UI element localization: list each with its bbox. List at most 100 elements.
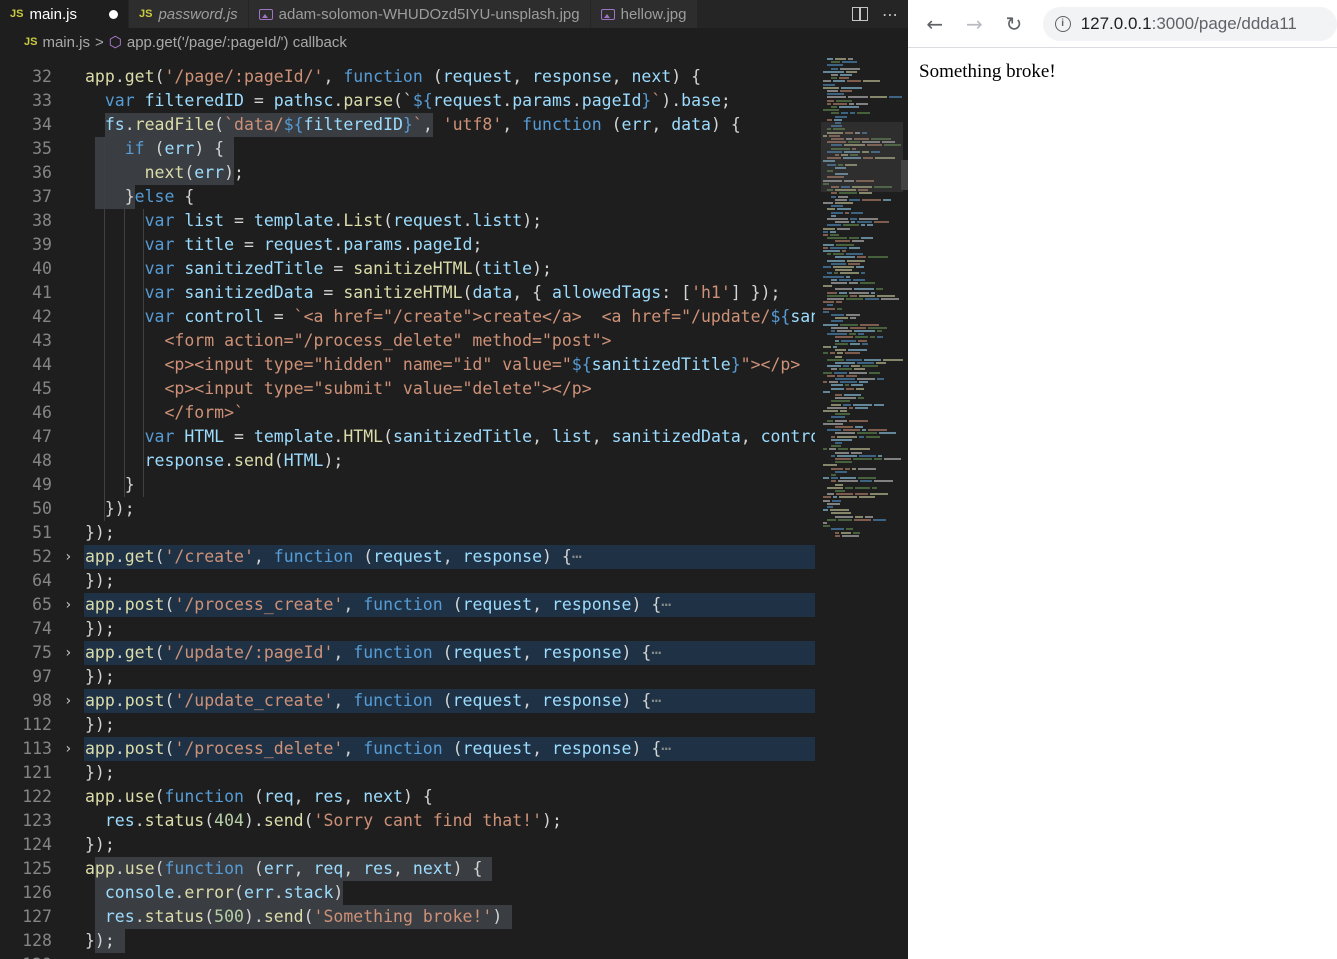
code-line[interactable]: 122 app.use(function (req, res, next) { (0, 785, 815, 809)
code-line[interactable]: 34 fs.readFile(`data/${filteredID}`, 'ut… (0, 113, 815, 137)
code-line[interactable]: 125 app.use(function (err, req, res, next… (0, 857, 815, 881)
tab-hellow-jpg[interactable]: hellow.jpg (590, 0, 698, 28)
fold-chevron-icon[interactable]: › (64, 545, 72, 569)
code-line[interactable]: 51}); (0, 521, 815, 545)
code-token: ); (532, 259, 552, 278)
minimap-line (859, 435, 864, 438)
code-line[interactable]: 75 › app.get('/update/:pageId', function (… (0, 641, 815, 665)
address-bar[interactable]: i 127.0.0.1:3000/page/ddda11 (1042, 6, 1337, 41)
site-info-icon[interactable]: i (1054, 15, 1071, 32)
code-line[interactable]: 129 (0, 953, 815, 959)
code-token: sanitizedTitle (184, 259, 324, 278)
minimap-line (827, 365, 841, 368)
minimap-line (877, 294, 895, 297)
more-actions-icon[interactable]: ⋯ (882, 5, 898, 24)
code-token: template (253, 211, 334, 230)
minimap-line (843, 429, 860, 432)
code-token: ( (383, 427, 394, 446)
minimap-line (827, 102, 831, 105)
code-line[interactable]: 32 app.get('/page/:pageId/', function (re… (0, 65, 815, 89)
minimap-line (827, 502, 840, 505)
code-line[interactable]: 47 var HTML = template.HTML(sanitizedTit… (0, 425, 815, 449)
fold-chevron-icon[interactable]: › (64, 737, 72, 761)
code-line[interactable]: 46 </form>` (0, 401, 815, 425)
code-line[interactable]: 41 var sanitizedData = sanitizeHTML(data… (0, 281, 815, 305)
code-token: send (234, 451, 274, 470)
code-line[interactable]: 112}); (0, 713, 815, 737)
js-file-icon: JS (24, 36, 38, 48)
minimap-line (823, 390, 830, 393)
forward-arrow-icon[interactable]: → (964, 12, 986, 36)
fold-chevron-icon[interactable]: › (64, 593, 72, 617)
code-token: err (164, 139, 195, 158)
code-line[interactable]: 128}); (0, 929, 815, 953)
code-line[interactable]: 35 if (err) { (0, 137, 815, 161)
code-line[interactable]: 38 var list = template.List(request.list… (0, 209, 815, 233)
minimap-line (833, 496, 837, 499)
code-token: ] }); (730, 283, 781, 302)
minimap-line (854, 288, 874, 291)
breadcrumb-file[interactable]: main.js (42, 34, 90, 51)
code-line[interactable]: 39 var title = request.params.pageId; (0, 233, 815, 257)
browser-window: ← → ↻ i 127.0.0.1:3000/page/ddda11 Somet… (908, 0, 1337, 959)
editor-scrollbar-thumb[interactable] (901, 160, 908, 190)
code-line[interactable]: 50 }); (0, 497, 815, 521)
minimap-viewport[interactable] (821, 122, 903, 192)
fold-chevron-icon[interactable]: › (64, 689, 72, 713)
code-line[interactable]: 127 res.status(500).send('Something brok… (0, 905, 815, 929)
minimap-line (837, 454, 857, 457)
code-line[interactable]: 113 › app.post('/process_delete', function… (0, 737, 815, 761)
code-line[interactable]: 74}); (0, 617, 815, 641)
code-line[interactable]: 52 › app.get('/create', function (request,… (0, 545, 815, 569)
code-token: ) { (452, 859, 483, 878)
tab-main-js[interactable]: JS main.js (0, 0, 129, 28)
code-line[interactable]: 43 <form action="/process_delete" method… (0, 329, 815, 353)
minimap-line (851, 221, 855, 224)
code-token: error (184, 883, 235, 902)
code-line[interactable]: 124}); (0, 833, 815, 857)
breadcrumb-symbol[interactable]: app.get('/page/:pageId/') callback (127, 34, 347, 51)
minimap[interactable] (815, 56, 908, 959)
code-line[interactable]: 65 › app.post('/process_create', function … (0, 593, 815, 617)
code-token: ). (661, 91, 682, 110)
code-line[interactable]: 33 var filteredID = pathsc.parse(`${requ… (0, 89, 815, 113)
code-token: }); (85, 715, 115, 734)
code-line[interactable]: 123 res.status(404).send('Sorry cant fin… (0, 809, 815, 833)
code-token: app (85, 787, 115, 806)
fold-chevron-icon[interactable]: › (64, 641, 72, 665)
minimap-line (830, 352, 835, 355)
split-editor-icon[interactable] (852, 7, 868, 21)
code-line[interactable]: 45 <p><input type="submit" value="delete… (0, 377, 815, 401)
url-text[interactable]: 127.0.0.1:3000/page/ddda11 (1081, 14, 1297, 34)
code-line[interactable]: 121}); (0, 761, 815, 785)
code-line[interactable]: 98 › app.post('/update_create', function (… (0, 689, 815, 713)
code-line[interactable]: 64}); (0, 569, 815, 593)
back-arrow-icon[interactable]: ← (924, 12, 946, 36)
code-token: `<a href="/create">create</a> <a href="/… (293, 307, 771, 326)
code-token: ( (422, 67, 443, 86)
code-token: ) { (621, 643, 652, 662)
code-line[interactable]: 36 next(err); (0, 161, 815, 185)
tab-password-js[interactable]: JS password.js (128, 0, 249, 28)
code-line[interactable]: 48 response.send(HTML); (0, 449, 815, 473)
minimap-line (835, 317, 848, 320)
code-line[interactable]: 37 }else { (0, 185, 815, 209)
code-token: post (124, 739, 165, 758)
minimap-line (858, 333, 864, 336)
code-line[interactable]: 40 var sanitizedTitle = sanitizeHTML(tit… (0, 257, 815, 281)
code-line[interactable]: 42 var controll = `<a href="/create">cre… (0, 305, 815, 329)
unsaved-dot-icon[interactable] (108, 9, 118, 19)
code-token: }); (85, 499, 135, 518)
tab-unsplash-jpg[interactable]: adam-solomon-WHUDOzd5IYU-unsplash.jpg (248, 0, 591, 28)
code-token: base (681, 91, 721, 110)
minimap-line (866, 435, 880, 438)
code-token: . (134, 907, 145, 926)
code-line[interactable]: 97}); (0, 665, 815, 689)
reload-icon[interactable]: ↻ (1003, 12, 1025, 36)
code-line[interactable]: 49 } (0, 473, 815, 497)
code-editor[interactable]: 32 app.get('/page/:pageId/', function (re… (0, 56, 815, 959)
code-line[interactable]: 126 console.error(err.stack) (0, 881, 815, 905)
code-token: } (641, 91, 652, 110)
code-line[interactable]: 44 <p><input type="hidden" name="id" val… (0, 353, 815, 377)
